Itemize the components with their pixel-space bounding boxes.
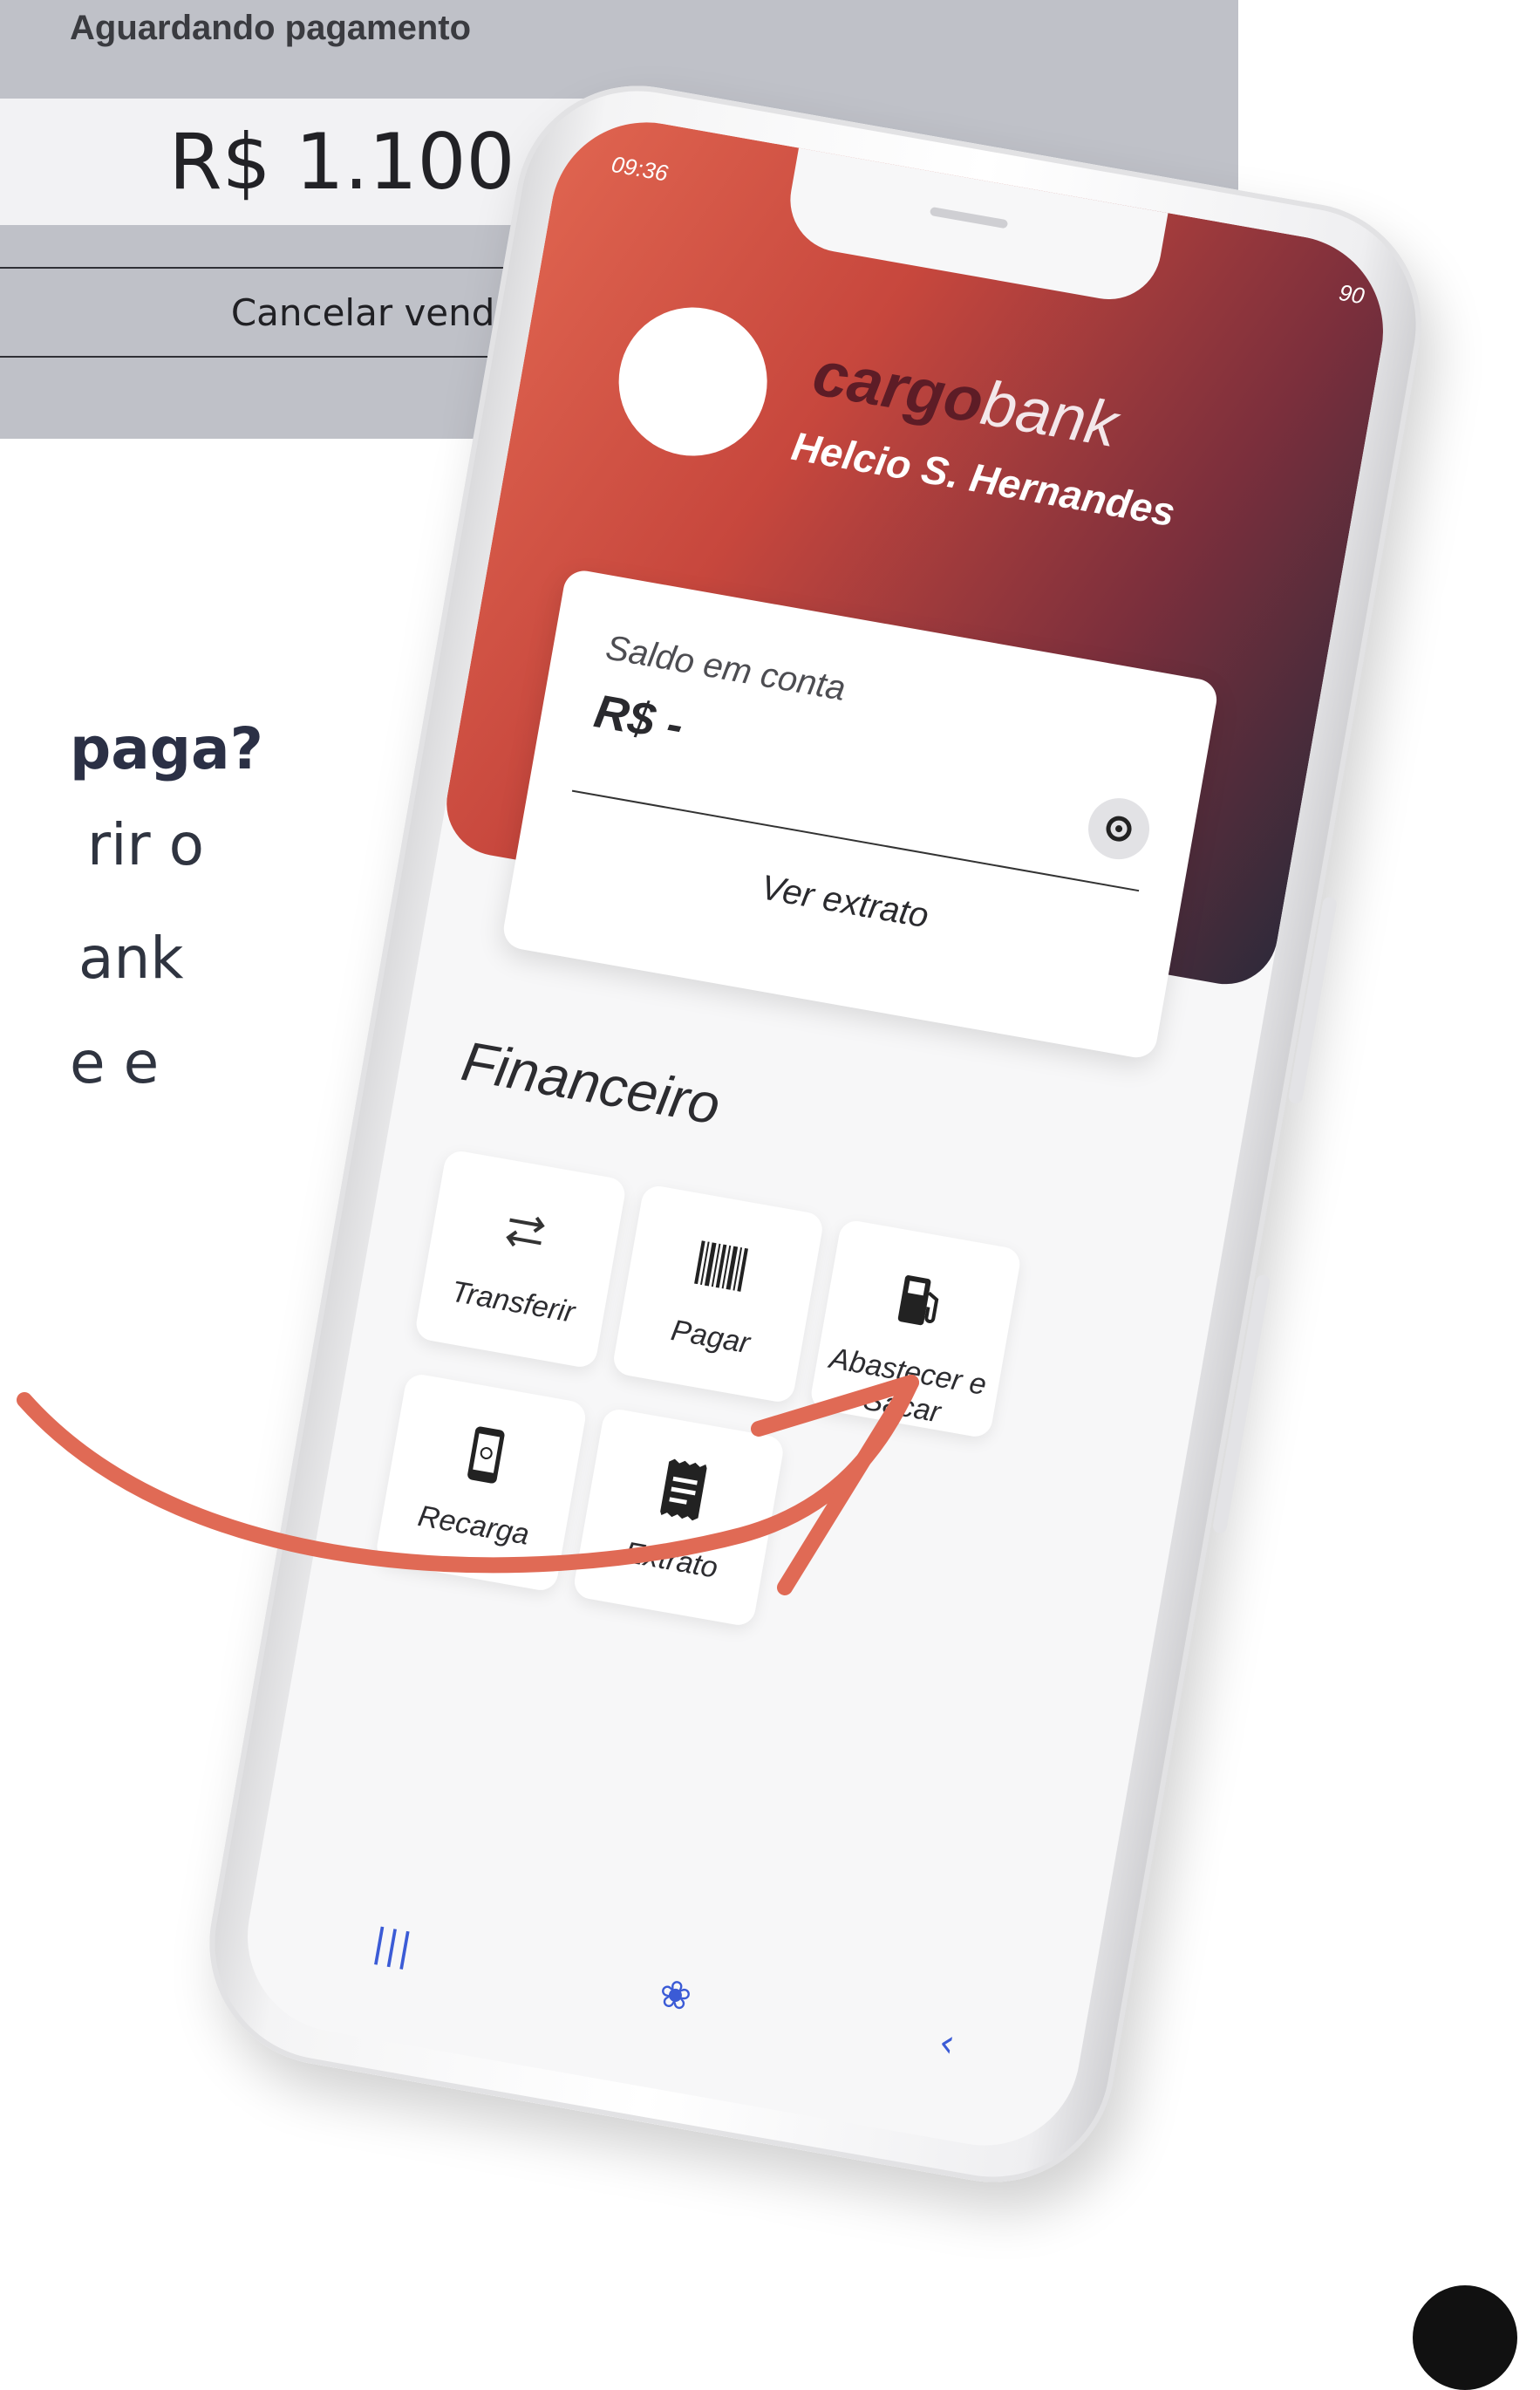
tile-abastecer-e-sacar[interactable]: Abastecer e Sacar: [808, 1218, 1023, 1439]
status-bar-signal: 90: [1337, 278, 1366, 310]
section-title-financeiro: Financeiro: [457, 1029, 726, 1137]
phone-device: 09:36 90 cargobank Helcio S. Hernandes S…: [190, 66, 1441, 2202]
balance-value: R$ -: [590, 685, 688, 753]
back-button[interactable]: ‹: [936, 2019, 958, 2066]
tile-label: Extrato: [622, 1535, 720, 1585]
tile-label: Recarga: [415, 1499, 532, 1552]
phone-mockup: 09:36 90 cargobank Helcio S. Hernandes S…: [0, 0, 1540, 2354]
speaker-grille: [929, 206, 1009, 229]
tile-label: Pagar: [668, 1314, 753, 1361]
decorative-dot: [1413, 2285, 1517, 2390]
tile-extrato[interactable]: Extrato: [571, 1406, 786, 1629]
barcode-icon: [627, 1216, 820, 1316]
tile-label: Abastecer e Sacar: [827, 1342, 989, 1430]
toggle-balance-visibility-button[interactable]: [1083, 793, 1155, 864]
fuel-pump-icon: [824, 1251, 1017, 1351]
receipt-icon: [588, 1439, 780, 1540]
view-statement-link[interactable]: Ver extrato: [515, 825, 1175, 979]
home-button[interactable]: ❀: [656, 1970, 695, 2020]
phone-recharge-icon: [390, 1404, 583, 1505]
tile-transferir[interactable]: Transferir: [413, 1148, 628, 1370]
eye-icon: [1106, 816, 1132, 842]
android-nav-bar: ||| ❀ ‹: [242, 1877, 1087, 2109]
tile-recarga[interactable]: Recarga: [374, 1371, 589, 1594]
tile-label: Transferir: [448, 1274, 577, 1329]
phone-screen: 09:36 90 cargobank Helcio S. Hernandes S…: [232, 106, 1399, 2161]
transfer-icon: [429, 1181, 622, 1281]
recent-apps-button[interactable]: |||: [370, 1920, 416, 1970]
tile-pagar[interactable]: Pagar: [610, 1183, 825, 1404]
